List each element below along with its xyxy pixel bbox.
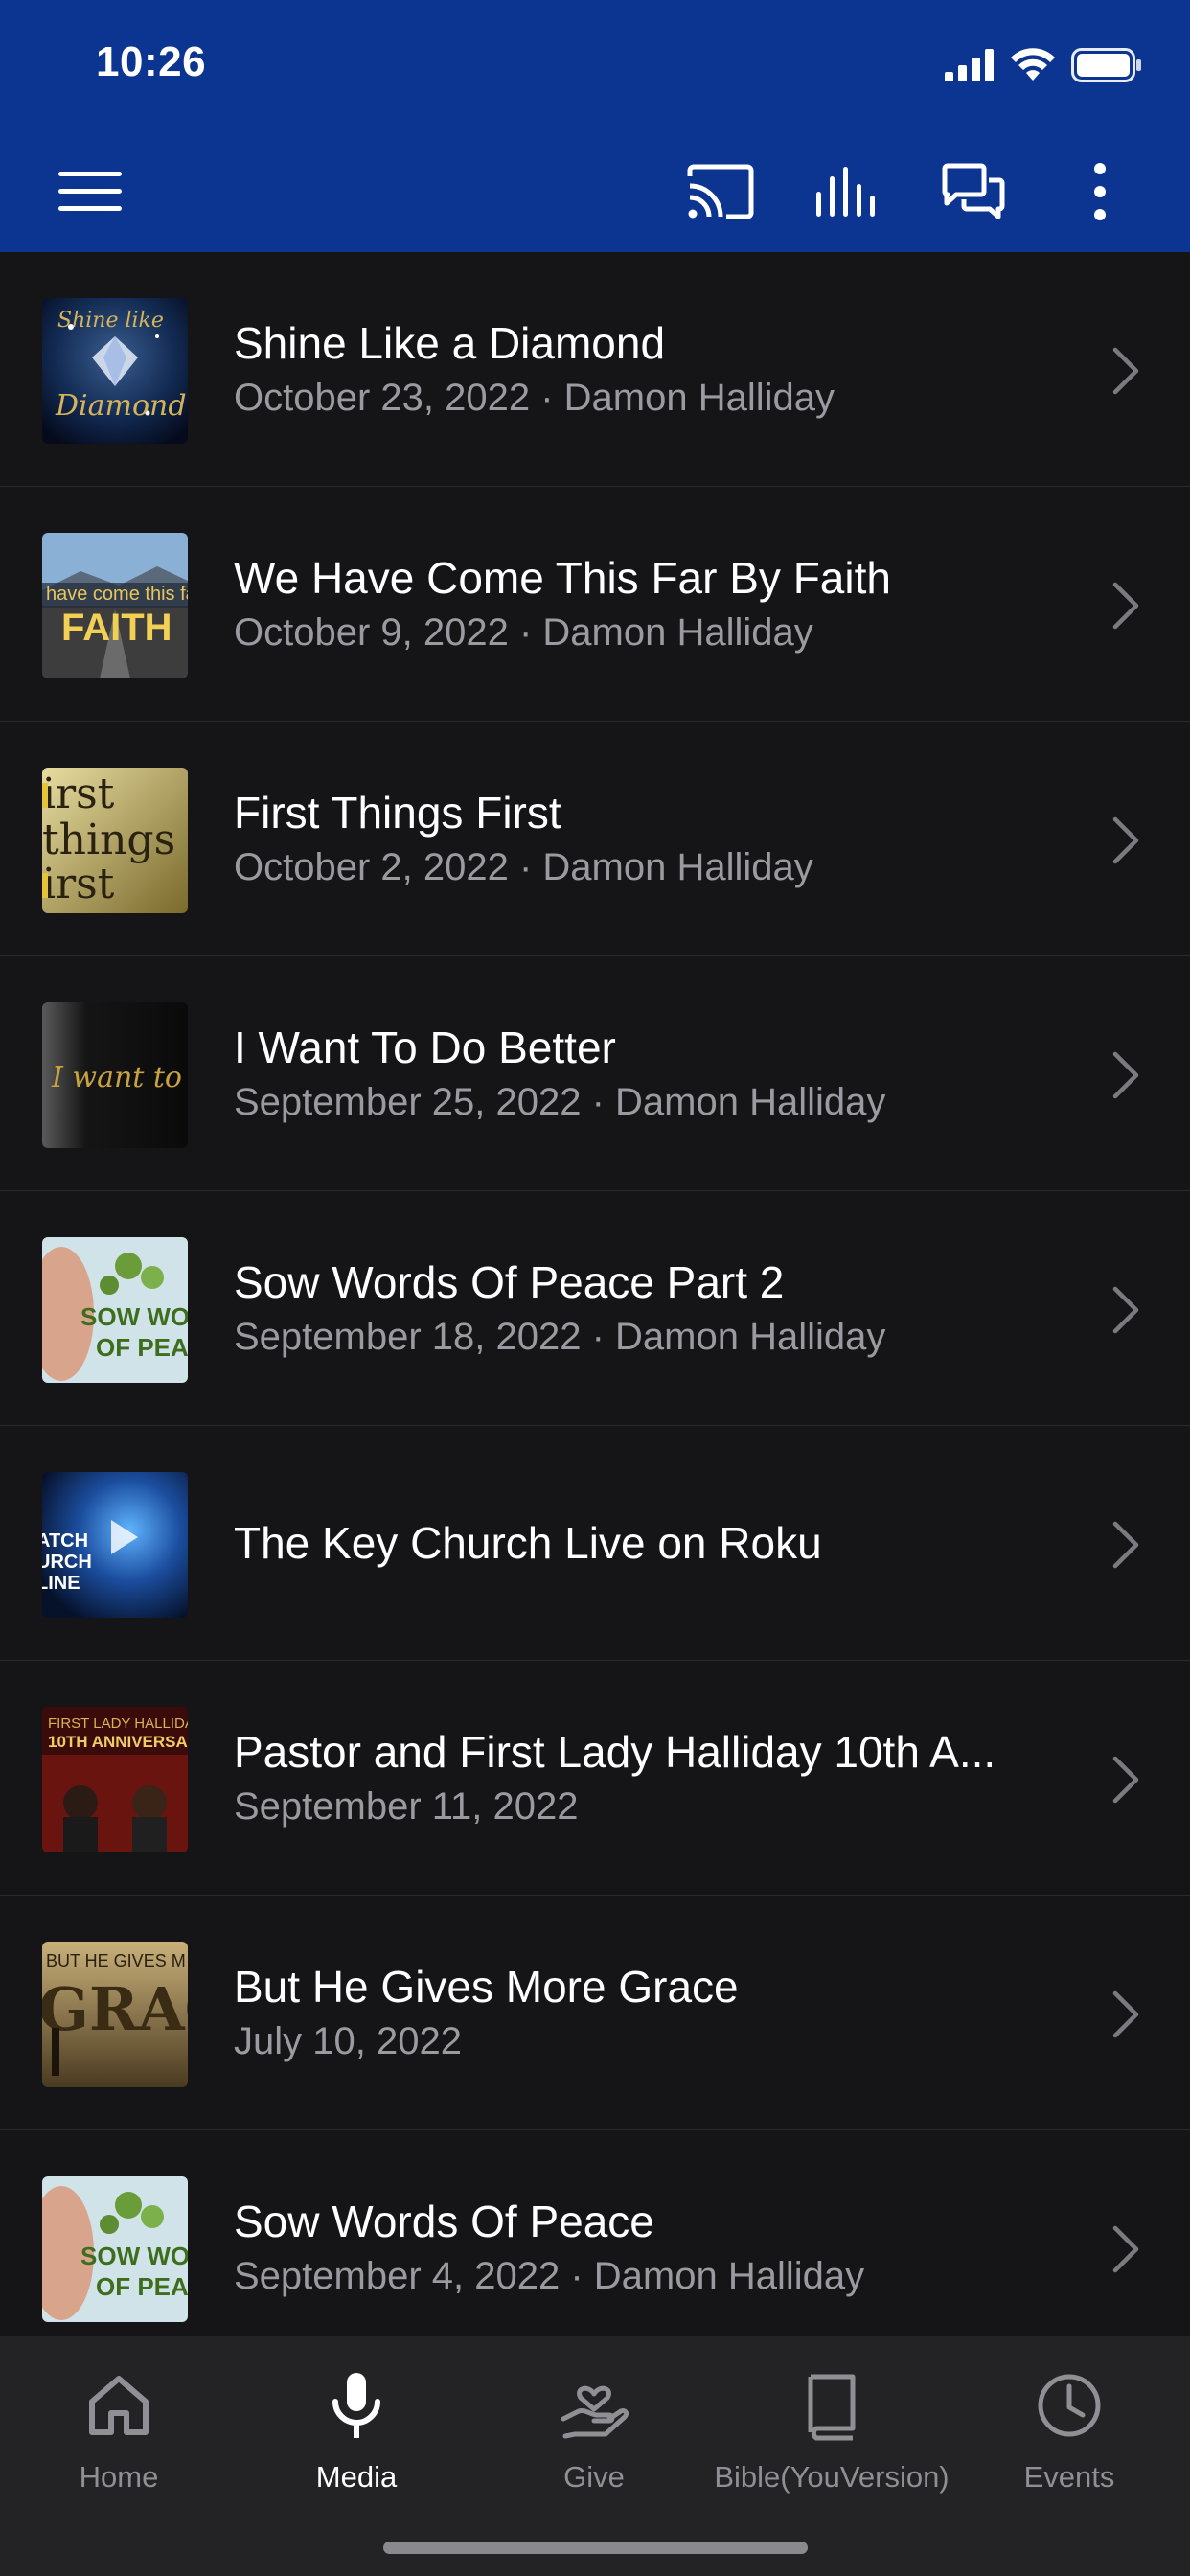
home-indicator (383, 2542, 808, 2554)
item-title: The Key Church Live on Roku (234, 1518, 822, 1568)
sermon-thumbnail: ATCH URCH LINE (42, 1472, 188, 1618)
chevron-right-icon (1112, 1286, 1139, 1334)
svg-text:URCH: URCH (42, 1552, 92, 1573)
item-title: Pastor and First Lady Halliday 10th A... (234, 1727, 996, 1777)
item-subtitle: September 25, 2022 · Damon Halliday (234, 1081, 886, 1123)
menu-icon[interactable] (52, 153, 128, 230)
give-hand-heart-icon (561, 2385, 629, 2439)
clock-icon (1038, 2374, 1101, 2437)
wifi-icon (1011, 48, 1055, 80)
sermon-thumbnail: I want to (42, 1002, 188, 1148)
chat-icon[interactable] (935, 153, 1012, 230)
list-item[interactable]: ATCH URCH LINE The Key Church Live on Ro… (0, 1426, 1190, 1661)
list-item[interactable]: SOW WORDS OF PEACE Sow Words Of Peace Pa… (0, 1191, 1190, 1426)
svg-text:Shine like: Shine like (57, 309, 164, 333)
cast-icon[interactable] (682, 153, 759, 230)
svg-text:irst: irst (42, 770, 115, 818)
chevron-right-icon (1112, 1990, 1139, 2038)
status-time: 10:26 (96, 38, 207, 85)
sermon-thumbnail: irst things irst (42, 768, 188, 913)
list-item[interactable]: BUT HE GIVES M GRAC But He Gives More Gr… (0, 1896, 1190, 2130)
item-title: Sow Words Of Peace Part 2 (234, 1257, 785, 1307)
bottom-tab-bar: Home Media Give Bible(YouVersion) Events (0, 2336, 1190, 2576)
more-vertical-icon[interactable] (1062, 153, 1138, 230)
svg-text:SOW WORDS: SOW WORDS (80, 2242, 188, 2270)
item-subtitle: September 4, 2022 · Damon Halliday (234, 2255, 865, 2297)
item-subtitle: October 2, 2022 · Damon Halliday (234, 846, 813, 888)
app-screen: 10:26 Shine like Diamond Shine Like a Di… (0, 0, 1190, 2576)
list-item[interactable]: irst things irst First Things First Octo… (0, 722, 1190, 956)
item-title: But He Gives More Grace (234, 1962, 739, 2012)
chevron-right-icon (1112, 582, 1139, 630)
svg-text:FIRST LADY HALLIDAY: FIRST LADY HALLIDAY (48, 1715, 188, 1732)
svg-text:FAITH: FAITH (61, 607, 172, 649)
tab-label: Give (563, 2460, 625, 2494)
item-subtitle: July 10, 2022 (234, 2020, 462, 2062)
chevron-right-icon (1112, 816, 1139, 864)
tab-label: Home (79, 2460, 159, 2494)
item-title: We Have Come This Far By Faith (234, 553, 891, 603)
home-icon (89, 2376, 149, 2435)
tab-media[interactable]: Media (238, 2358, 475, 2520)
battery-icon (1071, 48, 1141, 82)
svg-text:10TH ANNIVERSARY: 10TH ANNIVERSARY (48, 1733, 188, 1751)
microphone-icon (332, 2373, 380, 2438)
item-title: Sow Words Of Peace (234, 2196, 654, 2246)
tab-label: Bible(YouVersion) (714, 2460, 950, 2494)
svg-text:I want to: I want to (51, 1061, 182, 1094)
list-item[interactable]: FIRST LADY HALLIDAY 10TH ANNIVERSARY Pas… (0, 1661, 1190, 1896)
tab-label: Events (1023, 2460, 1115, 2494)
list-item[interactable]: Shine like Diamond Shine Like a Diamond … (0, 252, 1190, 487)
list-item[interactable]: have come this far FAITH We Have Come Th… (0, 487, 1190, 722)
list-item[interactable]: I want to I Want To Do Better September … (0, 956, 1190, 1191)
tab-home[interactable]: Home (0, 2358, 238, 2520)
tab-events[interactable]: Events (950, 2358, 1188, 2520)
app-header: 10:26 (0, 0, 1190, 252)
svg-text:things: things (42, 816, 175, 864)
svg-text:Diamond: Diamond (55, 389, 187, 423)
item-title: Shine Like a Diamond (234, 318, 666, 368)
svg-text:GRAC: GRAC (42, 1974, 188, 2044)
tab-label: Media (315, 2460, 398, 2494)
svg-text:have come this far: have come this far (46, 584, 188, 605)
media-list: Shine like Diamond Shine Like a Diamond … (0, 252, 1190, 2336)
status-icons (945, 46, 1142, 84)
signal-icon (945, 49, 994, 81)
chevron-right-icon (1112, 2225, 1139, 2273)
svg-text:irst: irst (42, 860, 115, 908)
svg-text:OF PEACE: OF PEACE (96, 2272, 188, 2301)
sermon-thumbnail: BUT HE GIVES M GRAC (42, 1942, 188, 2087)
item-title: I Want To Do Better (234, 1023, 616, 1072)
chevron-right-icon (1112, 1756, 1139, 1804)
svg-text:BUT HE GIVES M: BUT HE GIVES M (46, 1951, 186, 1970)
svg-text:OF PEACE: OF PEACE (96, 1333, 188, 1362)
tab-give[interactable]: Give (475, 2358, 713, 2520)
item-subtitle: September 18, 2022 · Damon Halliday (234, 1316, 886, 1358)
book-icon (808, 2374, 856, 2441)
item-title: First Things First (234, 788, 561, 838)
chevron-right-icon (1112, 1051, 1139, 1099)
tab-bible[interactable]: Bible(YouVersion) (713, 2358, 950, 2520)
item-subtitle: September 11, 2022 (234, 1785, 579, 1828)
chevron-right-icon (1112, 347, 1139, 395)
audio-bars-icon[interactable] (809, 153, 885, 230)
sermon-thumbnail: SOW WORDS OF PEACE (42, 1237, 188, 1383)
svg-text:ATCH: ATCH (42, 1530, 88, 1552)
svg-text:SOW WORDS: SOW WORDS (80, 1302, 188, 1331)
chevron-right-icon (1112, 1521, 1139, 1569)
sermon-thumbnail: have come this far FAITH (42, 533, 188, 678)
item-subtitle: October 23, 2022 · Damon Halliday (234, 377, 835, 419)
item-subtitle: October 9, 2022 · Damon Halliday (234, 611, 813, 654)
list-item[interactable]: SOW WORDS OF PEACE Sow Words Of Peace Se… (0, 2130, 1190, 2336)
sermon-thumbnail: SOW WORDS OF PEACE (42, 2176, 188, 2322)
svg-text:LINE: LINE (42, 1573, 80, 1594)
sermon-thumbnail: Shine like Diamond (42, 298, 188, 444)
sermon-thumbnail: FIRST LADY HALLIDAY 10TH ANNIVERSARY (42, 1707, 188, 1852)
